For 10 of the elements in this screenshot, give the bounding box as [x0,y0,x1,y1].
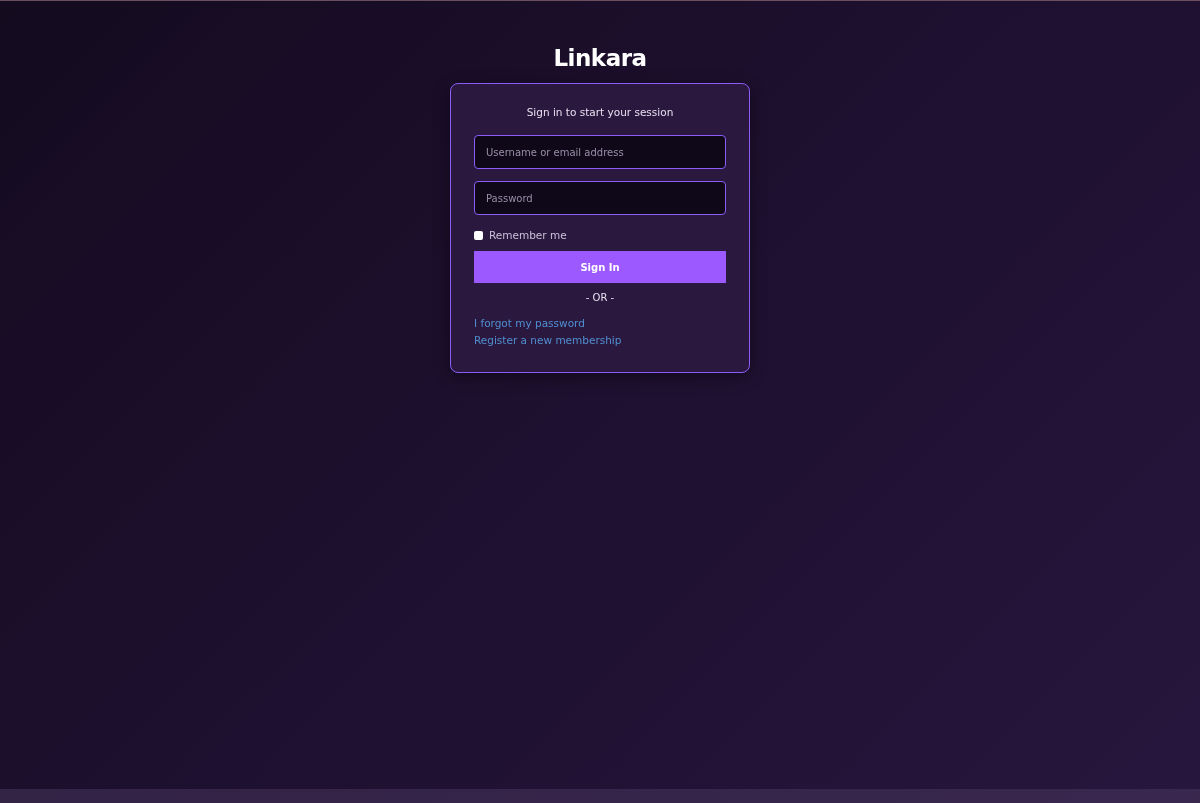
input-field[interactable]: Username or email address [474,135,726,169]
sign-in-button[interactable]: Sign In [474,251,726,283]
input-field[interactable]: Password [474,181,726,215]
logo-text: Linkara [553,45,647,71]
link[interactable]: I forgot my password [474,315,585,332]
card-title: Sign in to start your session [525,106,675,118]
link[interactable]: Register a new membership [474,332,622,349]
remember-label: Remember me [489,229,567,241]
or-divider: - OR - [584,292,616,303]
remember-checkbox[interactable] [474,230,483,240]
